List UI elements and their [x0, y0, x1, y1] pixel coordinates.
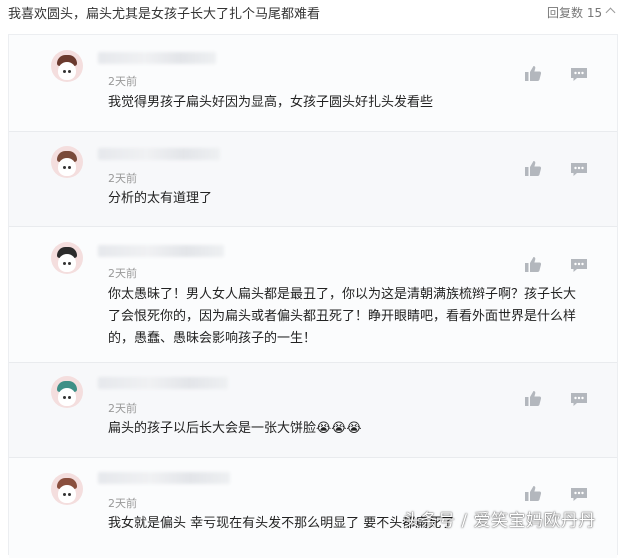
thumbs-up-icon[interactable] — [524, 160, 542, 177]
comment-bubble-icon[interactable] — [570, 67, 588, 82]
avatar[interactable] — [51, 376, 83, 408]
avatar[interactable] — [51, 242, 83, 274]
thumbs-up-icon[interactable] — [524, 485, 542, 502]
timestamp: 2天前 — [108, 497, 137, 510]
comment-text: 我觉得男孩子扁头好因为显高，女孩子圆头好扎头发看些 — [108, 95, 434, 110]
username-redacted — [98, 148, 220, 160]
thumbs-up-icon[interactable] — [524, 256, 542, 273]
reply-thread: 2天前 我觉得男孩子扁头好因为显高，女孩子圆头好扎头发看些 2天前 分析的太有道… — [8, 34, 618, 558]
watermark-text: 头条号 / 爱笑宝妈欧丹丹 — [403, 511, 597, 531]
timestamp: 2天前 — [108, 402, 137, 415]
comment-text: 扁头的孩子以后长大会是一张大饼脸😭😭😭 — [108, 421, 362, 436]
comment-text: 分析的太有道理了 — [108, 191, 213, 206]
username-redacted — [98, 377, 228, 389]
comment-text: 你太愚昧了！男人女人扁头都是最丑了，你以为这是清朝满族梳辫子啊？孩子长大了会恨死… — [108, 287, 577, 346]
thumbs-up-icon[interactable] — [524, 390, 542, 407]
timestamp: 2天前 — [108, 75, 137, 88]
reply-item: 2天前 分析的太有道理了 — [9, 132, 617, 226]
parent-comment-text: 我喜欢圆头，扁头尤其是女孩子长大了扎个马尾都难看 — [8, 7, 321, 22]
username-redacted — [98, 52, 216, 64]
avatar[interactable] — [51, 50, 83, 82]
timestamp: 2天前 — [108, 172, 137, 185]
comment-bubble-icon[interactable] — [570, 392, 588, 407]
username-redacted — [98, 472, 230, 484]
reply-count-toggle[interactable]: 回复数 15 — [547, 4, 616, 21]
reply-count-label: 回复数 15 — [547, 6, 603, 20]
thumbs-up-icon[interactable] — [524, 65, 542, 82]
comment-bubble-icon[interactable] — [570, 487, 588, 502]
username-redacted — [98, 245, 224, 257]
avatar[interactable] — [51, 146, 83, 178]
reply-item: 2天前 你太愚昧了！男人女人扁头都是最丑了，你以为这是清朝满族梳辫子啊？孩子长大… — [9, 227, 617, 362]
avatar[interactable] — [51, 473, 83, 505]
reply-header: 我喜欢圆头，扁头尤其是女孩子长大了扎个马尾都难看 回复数 15 — [0, 0, 624, 24]
chevron-up-icon — [605, 7, 616, 18]
timestamp: 2天前 — [108, 267, 137, 280]
reply-item: 2天前 扁头的孩子以后长大会是一张大饼脸😭😭😭 — [9, 363, 617, 457]
comment-bubble-icon[interactable] — [570, 258, 588, 273]
reply-item: 2天前 我觉得男孩子扁头好因为显高，女孩子圆头好扎头发看些 — [9, 35, 617, 131]
comment-bubble-icon[interactable] — [570, 162, 588, 177]
